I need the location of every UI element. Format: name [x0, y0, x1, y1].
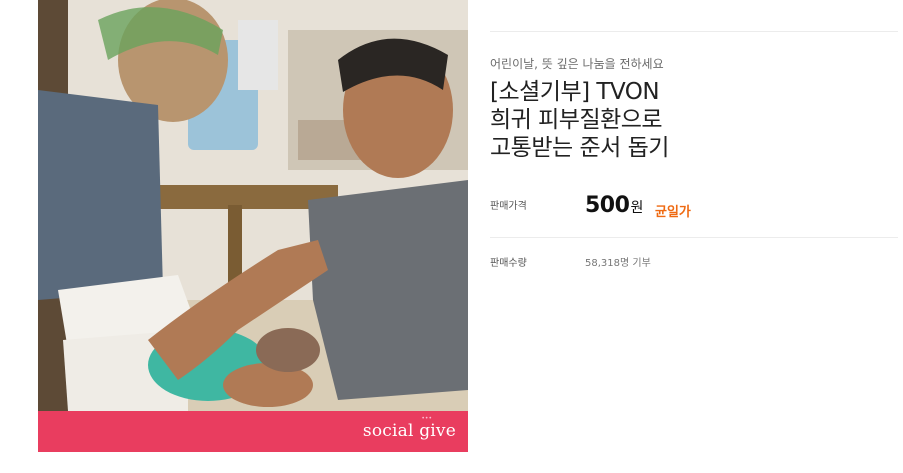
product-title-line-3: 고통받는 준서 돕기 — [490, 135, 669, 161]
price-badge: 균일가 — [655, 205, 691, 220]
brand-banner: ••• social give — [38, 411, 468, 452]
quantity-value: 58,318명 기부 — [585, 258, 651, 269]
quantity-label: 판매수량 — [490, 258, 527, 269]
product-photo — [38, 0, 468, 411]
product-title-line-1: [소셜기부] TVON — [490, 79, 660, 105]
product-info-panel: 어린이날, 뜻 깊은 나눔을 전하세요 [소셜기부] TVON 희귀 피부질환으… — [490, 0, 900, 473]
price-amount: 500 — [585, 193, 630, 218]
product-title: [소셜기부] TVON 희귀 피부질환으로 고통받는 준서 돕기 — [490, 78, 669, 162]
product-title-line-2: 희귀 피부질환으로 — [490, 107, 663, 133]
photo-illustration — [38, 0, 468, 411]
product-image: ••• social give — [38, 0, 468, 452]
price-unit: 원 — [630, 200, 644, 216]
price-label: 판매가격 — [490, 201, 527, 212]
social-give-logo: social give — [362, 421, 456, 441]
middle-divider — [490, 237, 898, 238]
price-value: 500원 — [585, 193, 643, 218]
product-subtitle: 어린이날, 뜻 깊은 나눔을 전하세요 — [490, 57, 664, 71]
top-divider — [490, 31, 898, 32]
